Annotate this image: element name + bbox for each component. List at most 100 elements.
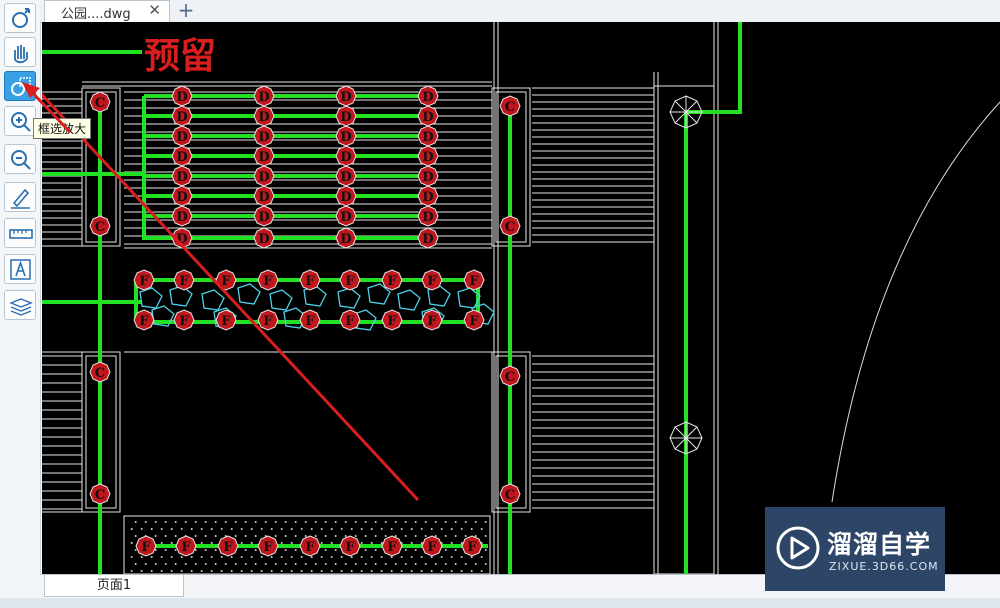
drawing-canvas[interactable]: DDDDDDDDDDDDDDDDDDDDDDDDDDDDDDDDCCCCCCCC… <box>42 22 1000 574</box>
svg-text:F: F <box>305 274 315 289</box>
svg-text:D: D <box>176 150 187 165</box>
symbol-d: D <box>253 165 275 187</box>
symbol-f: F <box>339 269 361 291</box>
symbol-d: D <box>253 145 275 167</box>
play-logo-icon <box>776 526 820 570</box>
symbol-c: C <box>89 361 111 383</box>
symbol-d: D <box>335 185 357 207</box>
svg-text:D: D <box>422 170 433 185</box>
symbol-d: D <box>335 227 357 249</box>
symbol-d: D <box>253 205 275 227</box>
svg-text:D: D <box>340 90 351 105</box>
symbol-f: F <box>217 535 239 557</box>
symbol-d: D <box>335 205 357 227</box>
svg-text:D: D <box>258 130 269 145</box>
document-tab[interactable]: 公园....dwg ✕ <box>44 0 170 22</box>
symbol-d: D <box>417 227 439 249</box>
svg-text:F: F <box>221 314 231 329</box>
add-tab-button[interactable]: + <box>174 0 198 22</box>
symbol-d: D <box>171 165 193 187</box>
svg-text:F: F <box>139 314 149 329</box>
symbol-f: F <box>421 269 443 291</box>
svg-text:F: F <box>305 540 315 555</box>
symbol-d: D <box>171 205 193 227</box>
cad-drawing[interactable]: D D D DD D D DD D D DD D D DD D D DD D D DD D D DD D D DCCCCCCCC… <box>42 22 1000 574</box>
symbol-f: F <box>381 535 403 557</box>
svg-text:F: F <box>469 274 479 289</box>
svg-text:C: C <box>505 370 515 385</box>
markup-tool[interactable] <box>4 182 36 212</box>
symbol-f: F <box>257 535 279 557</box>
close-tab-icon[interactable]: ✕ <box>148 1 161 19</box>
symbol-d: D <box>417 165 439 187</box>
svg-text:F: F <box>345 314 355 329</box>
svg-text:F: F <box>305 314 315 329</box>
symbol-f: F <box>215 309 237 331</box>
svg-text:D: D <box>258 210 269 225</box>
green-lines <box>42 22 742 574</box>
svg-text:F: F <box>467 540 477 555</box>
symbol-c: C <box>499 215 521 237</box>
symbol-d: D <box>417 145 439 167</box>
document-tab-title: 公园....dwg <box>61 7 131 22</box>
svg-text:F: F <box>179 314 189 329</box>
svg-text:D: D <box>258 110 269 125</box>
symbol-d: D <box>171 85 193 107</box>
svg-text:D: D <box>422 130 433 145</box>
symbol-d: D <box>253 85 275 107</box>
svg-text:C: C <box>505 488 515 503</box>
svg-text:C: C <box>95 96 105 111</box>
svg-text:F: F <box>427 314 437 329</box>
svg-text:F: F <box>387 314 397 329</box>
svg-text:F: F <box>469 314 479 329</box>
svg-text:D: D <box>422 210 433 225</box>
symbol-f: F <box>381 309 403 331</box>
symbol-d: D <box>417 85 439 107</box>
symbol-d: D <box>253 185 275 207</box>
boulder <box>337 287 361 309</box>
layers-tool[interactable] <box>4 290 36 320</box>
svg-text:D: D <box>422 110 433 125</box>
svg-text:F: F <box>263 314 273 329</box>
svg-text:F: F <box>141 540 151 555</box>
svg-text:D: D <box>176 130 187 145</box>
text-tool[interactable] <box>4 254 36 284</box>
symbol-d: D <box>171 125 193 147</box>
svg-text:F: F <box>181 540 191 555</box>
symbol-f: F <box>133 309 155 331</box>
symbol-d: D <box>171 185 193 207</box>
svg-text:D: D <box>176 110 187 125</box>
svg-text:C: C <box>505 220 515 235</box>
rotate-view-icon <box>12 8 30 28</box>
svg-text:C: C <box>95 488 105 503</box>
rotate-view-tool[interactable] <box>4 3 36 33</box>
svg-text:D: D <box>258 150 269 165</box>
svg-text:F: F <box>263 540 273 555</box>
symbol-c: C <box>89 215 111 237</box>
svg-text:D: D <box>176 210 187 225</box>
measure-tool[interactable] <box>4 218 36 248</box>
page-tab[interactable]: 页面1 <box>44 575 184 597</box>
svg-text:D: D <box>340 110 351 125</box>
symbol-f: F <box>381 269 403 291</box>
symbol-f: F <box>133 269 155 291</box>
symbol-f: F <box>173 269 195 291</box>
svg-text:D: D <box>258 90 269 105</box>
svg-text:F: F <box>139 274 149 289</box>
layers-icon <box>9 298 33 316</box>
symbol-f: F <box>461 535 483 557</box>
zoom-out-tool[interactable] <box>4 144 36 174</box>
symbol-d: D <box>253 125 275 147</box>
watermark-url: ZIXUE.3D66.COM <box>829 560 939 573</box>
svg-text:D: D <box>422 150 433 165</box>
svg-text:F: F <box>387 274 397 289</box>
symbol-c: C <box>499 95 521 117</box>
svg-text:D: D <box>422 90 433 105</box>
symbol-f: F <box>257 269 279 291</box>
symbol-d: D <box>335 125 357 147</box>
symbol-f: F <box>299 269 321 291</box>
symbol-f: F <box>299 309 321 331</box>
svg-text:F: F <box>387 540 397 555</box>
symbol-f: F <box>463 309 485 331</box>
svg-text:D: D <box>176 90 187 105</box>
